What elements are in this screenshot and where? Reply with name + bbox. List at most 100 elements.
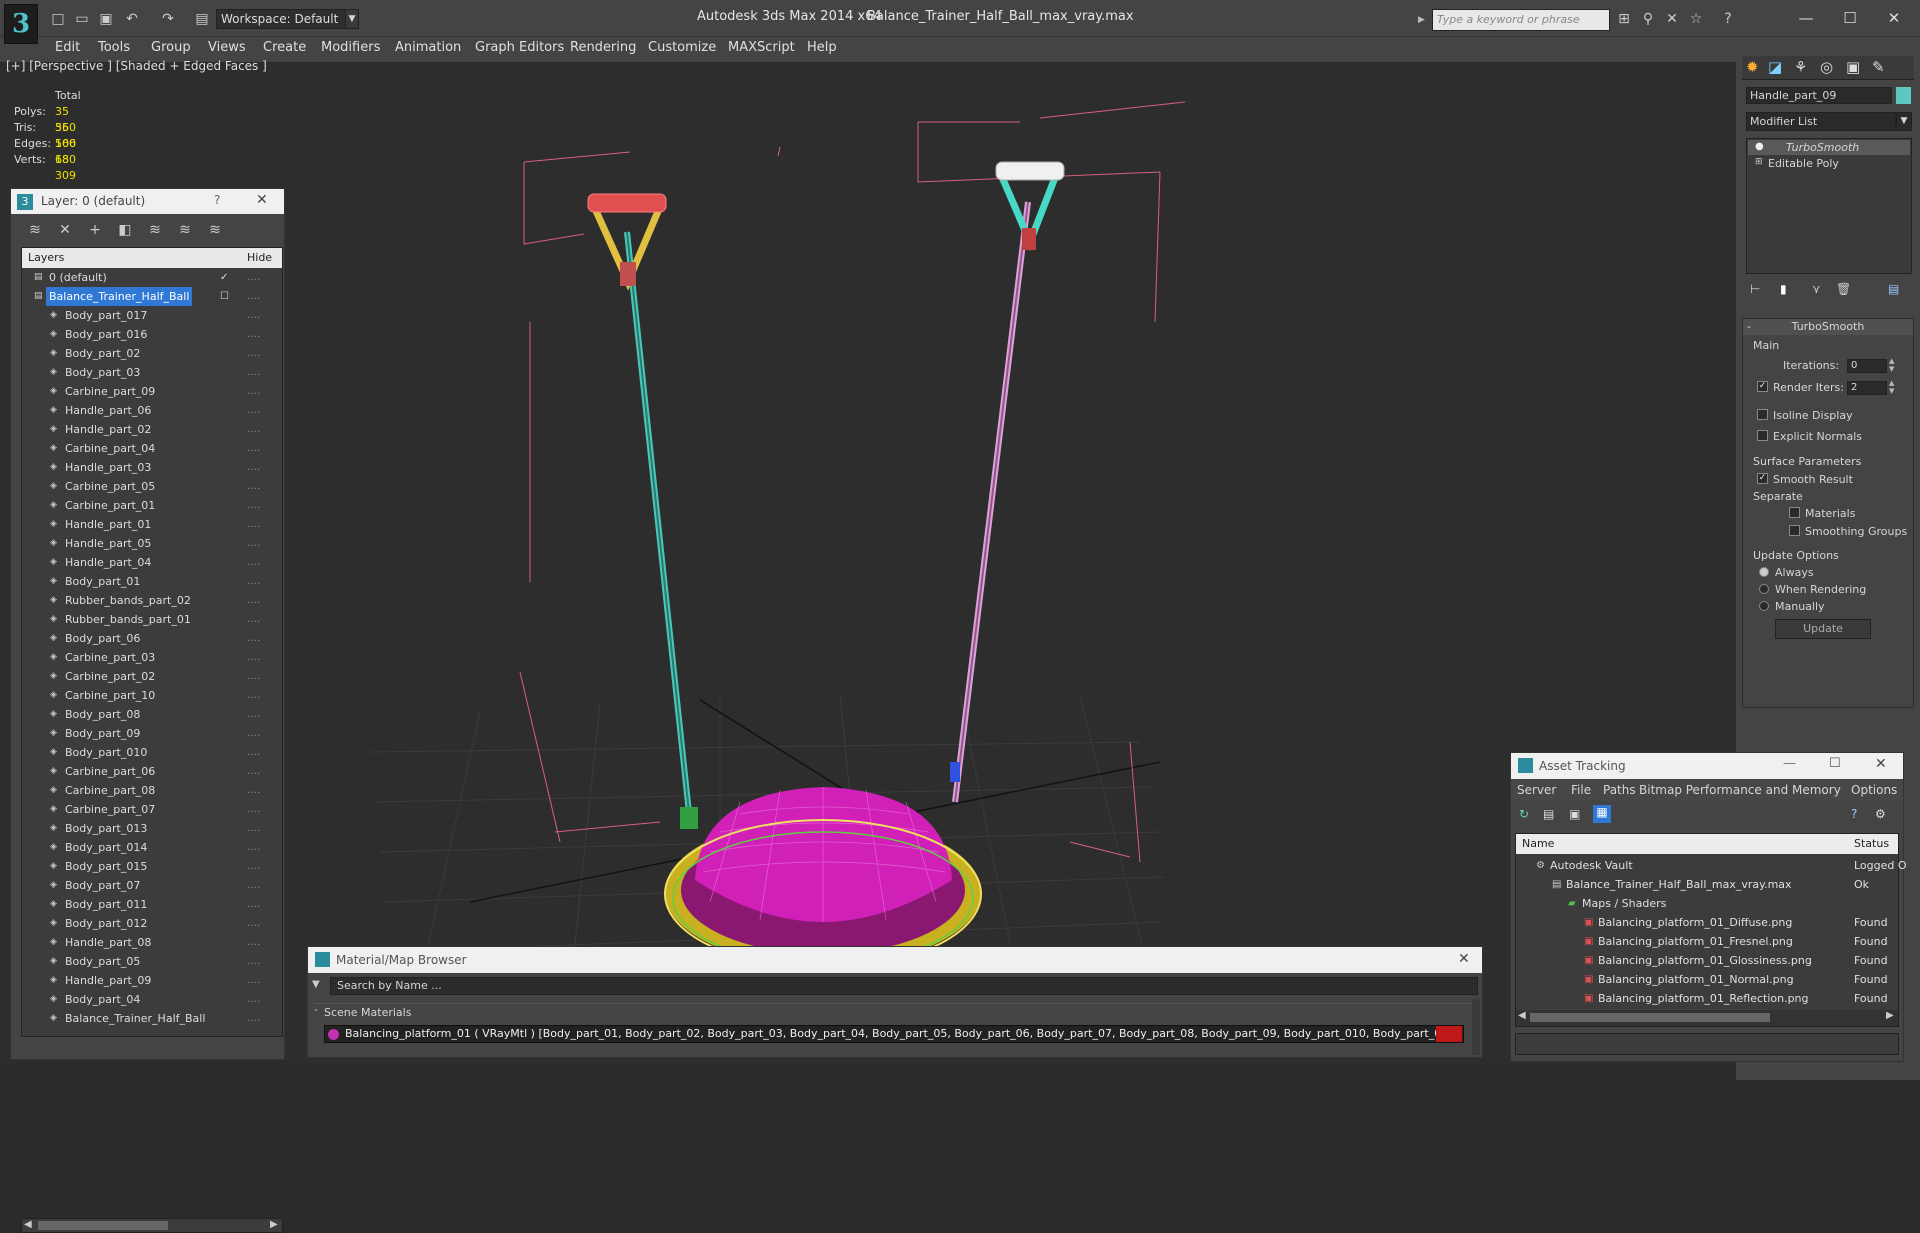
asset-row[interactable]: ▤ Balance_Trainer_Half_Ball_max_vray.max O… <box>1516 875 1908 894</box>
hide-toggle-icon[interactable]: ‥‥ <box>247 363 260 382</box>
status-column-header[interactable]: Status <box>1854 834 1889 854</box>
help-icon[interactable]: ? <box>1718 9 1738 29</box>
menu-edit[interactable]: Edit <box>55 40 80 55</box>
lightbulb-icon[interactable]: ● <box>1755 141 1764 152</box>
iterations-spinner[interactable]: 0 <box>1847 359 1887 373</box>
layer-row[interactable]: ◈ Body_part_015 ‥‥ <box>22 857 282 876</box>
menu-views[interactable]: Views <box>208 40 246 55</box>
delete-layer-icon[interactable]: ✕ <box>55 220 75 240</box>
isoline-display-checkbox[interactable] <box>1757 409 1768 420</box>
spinner-arrows-icon[interactable]: ▲ ▼ <box>1889 357 1894 373</box>
minimize-icon[interactable]: — <box>1783 756 1796 771</box>
hide-toggle-icon[interactable]: ‥‥ <box>247 724 260 743</box>
redo-icon[interactable]: ↷ <box>158 9 178 29</box>
name-column-header[interactable]: Name <box>1522 834 1554 854</box>
when-rendering-radio[interactable] <box>1759 584 1769 594</box>
asset-menu-paths[interactable]: Paths <box>1603 783 1636 797</box>
hide-toggle-icon[interactable]: ‥‥ <box>247 591 260 610</box>
active-layer-check-icon[interactable]: ✓ <box>220 268 228 287</box>
smoothing-groups-checkbox[interactable] <box>1789 525 1800 536</box>
hide-toggle-icon[interactable]: ‥‥ <box>247 306 260 325</box>
material-search-input[interactable]: Search by Name ... <box>330 977 1478 995</box>
scroll-left-icon[interactable]: ◀ <box>1518 1010 1526 1021</box>
project-folder-icon[interactable]: ▤ <box>192 9 212 29</box>
menu-maxscript[interactable]: MAXScript <box>728 40 795 55</box>
subscription-icon[interactable]: ⚲ <box>1638 9 1658 29</box>
menu-group[interactable]: Group <box>151 40 191 55</box>
asset-list[interactable]: Name Status ⚙ Autodesk Vault Logged O ▤ Bala… <box>1515 833 1907 1027</box>
configure-sets-icon[interactable]: ▤ <box>1888 282 1899 296</box>
layer-row[interactable]: ▤ 0 (default) ‥‥ ✓ <box>22 268 282 287</box>
layer-row[interactable]: ◈ Balance_Trainer_Half_Ball ‥‥ <box>22 1009 282 1028</box>
layer-row[interactable]: ◈ Rubber_bands_part_01 ‥‥ <box>22 610 282 629</box>
hide-toggle-icon[interactable]: ‥‥ <box>247 268 260 287</box>
favorites-star-icon[interactable]: ☆ <box>1686 9 1706 29</box>
close-icon[interactable]: ✕ <box>1458 951 1470 967</box>
highlight-layer-icon[interactable]: ≋ <box>145 220 165 240</box>
menu-graph-editors[interactable]: Graph Editors <box>475 40 564 55</box>
stack-item-editable-poly[interactable]: Editable Poly <box>1748 156 1910 171</box>
collapse-icon[interactable]: - <box>314 1005 318 1016</box>
hide-toggle-icon[interactable]: ‥‥ <box>247 382 260 401</box>
hide-toggle-icon[interactable]: ‥‥ <box>247 819 260 838</box>
menu-create[interactable]: Create <box>263 40 306 55</box>
layer-row[interactable]: ◈ Handle_part_09 ‥‥ <box>22 971 282 990</box>
hide-toggle-icon[interactable]: ‥‥ <box>247 1009 260 1028</box>
layer-row[interactable]: ◈ Rubber_bands_part_02 ‥‥ <box>22 591 282 610</box>
hide-column-header[interactable]: Hide <box>247 248 272 268</box>
menu-tools[interactable]: Tools <box>98 40 130 55</box>
object-color-swatch[interactable] <box>1896 87 1911 104</box>
layer-row[interactable]: ◈ Body_part_08 ‥‥ <box>22 705 282 724</box>
hide-toggle-icon[interactable]: ‥‥ <box>247 895 260 914</box>
layer-help-button[interactable]: ? <box>214 193 220 207</box>
layer-row[interactable]: ◈ Body_part_06 ‥‥ <box>22 629 282 648</box>
display-tab-icon[interactable]: ▣ <box>1846 58 1860 76</box>
hide-toggle-icon[interactable]: ‥‥ <box>247 439 260 458</box>
hide-toggle-icon[interactable]: ‥‥ <box>247 572 260 591</box>
add-layer-icon[interactable]: + <box>85 220 105 240</box>
hide-toggle-icon[interactable]: ‥‥ <box>247 344 260 363</box>
hide-toggle-icon[interactable]: ‥‥ <box>247 534 260 553</box>
layer-row[interactable]: ◈ Body_part_09 ‥‥ <box>22 724 282 743</box>
app-logo-button[interactable]: 3 <box>4 4 38 44</box>
layer-row[interactable]: ◈ Carbine_part_04 ‥‥ <box>22 439 282 458</box>
hide-toggle-icon[interactable]: ‥‥ <box>247 686 260 705</box>
hide-toggle-icon[interactable]: ‥‥ <box>247 838 260 857</box>
utilities-tab-icon[interactable]: ✎ <box>1872 58 1885 76</box>
asset-horizontal-scrollbar[interactable]: ◀ ▶ <box>1516 1010 1898 1026</box>
layer-row[interactable]: ◈ Handle_part_05 ‥‥ <box>22 534 282 553</box>
layer-row[interactable]: ◈ Body_part_010 ‥‥ <box>22 743 282 762</box>
modifier-stack[interactable]: TurboSmooth ● Editable Poly ⊞ <box>1746 138 1912 274</box>
asset-row[interactable]: ▣ Balancing_platform_01_Diffuse.png Found <box>1516 913 1908 932</box>
asset-menu-file[interactable]: File <box>1571 783 1591 797</box>
stack-item-turbosmooth[interactable]: TurboSmooth <box>1748 140 1910 155</box>
scene-materials-section[interactable]: Scene Materials <box>314 1003 1472 1021</box>
hide-toggle-icon[interactable]: ‥‥ <box>247 762 260 781</box>
layer-row[interactable]: ◈ Body_part_07 ‥‥ <box>22 876 282 895</box>
close-icon[interactable]: ✕ <box>256 192 268 208</box>
hide-toggle-icon[interactable]: ‥‥ <box>247 401 260 420</box>
layer-row[interactable]: ◈ Body_part_012 ‥‥ <box>22 914 282 933</box>
scroll-right-icon[interactable]: ▶ <box>1886 1010 1894 1021</box>
chevron-down-icon[interactable]: ▼ <box>1896 112 1912 131</box>
layer-row[interactable]: ◈ Handle_part_01 ‥‥ <box>22 515 282 534</box>
layer-row[interactable]: ◈ Handle_part_08 ‥‥ <box>22 933 282 952</box>
asset-row[interactable]: ▣ Balancing_platform_01_Fresnel.png Found <box>1516 932 1908 951</box>
pin-stack-icon[interactable]: ⊢ <box>1750 282 1760 296</box>
explicit-normals-checkbox[interactable] <box>1757 430 1768 441</box>
layer-row[interactable]: ◈ Carbine_part_09 ‥‥ <box>22 382 282 401</box>
layer-row[interactable]: ◈ Carbine_part_02 ‥‥ <box>22 667 282 686</box>
hide-toggle-icon[interactable]: ‥‥ <box>247 914 260 933</box>
layer-row[interactable]: ◈ Body_part_03 ‥‥ <box>22 363 282 382</box>
smooth-result-checkbox[interactable]: ✓ <box>1757 473 1768 484</box>
layer-row[interactable]: ◈ Carbine_part_06 ‥‥ <box>22 762 282 781</box>
minimize-icon[interactable]: — <box>1786 6 1826 30</box>
menu-modifiers[interactable]: Modifiers <box>321 40 380 55</box>
layers-column-header[interactable]: Layers <box>28 248 64 268</box>
asset-menu-options[interactable]: Options <box>1851 783 1897 797</box>
material-entry[interactable]: Balancing_platform_01 ( VRayMtl ) [Body_… <box>324 1025 1464 1043</box>
show-end-result-icon[interactable]: ▮ <box>1780 282 1787 296</box>
hide-toggle-icon[interactable]: ‥‥ <box>247 952 260 971</box>
scroll-thumb[interactable] <box>38 1221 168 1230</box>
layer-row[interactable]: ◈ Handle_part_04 ‥‥ <box>22 553 282 572</box>
